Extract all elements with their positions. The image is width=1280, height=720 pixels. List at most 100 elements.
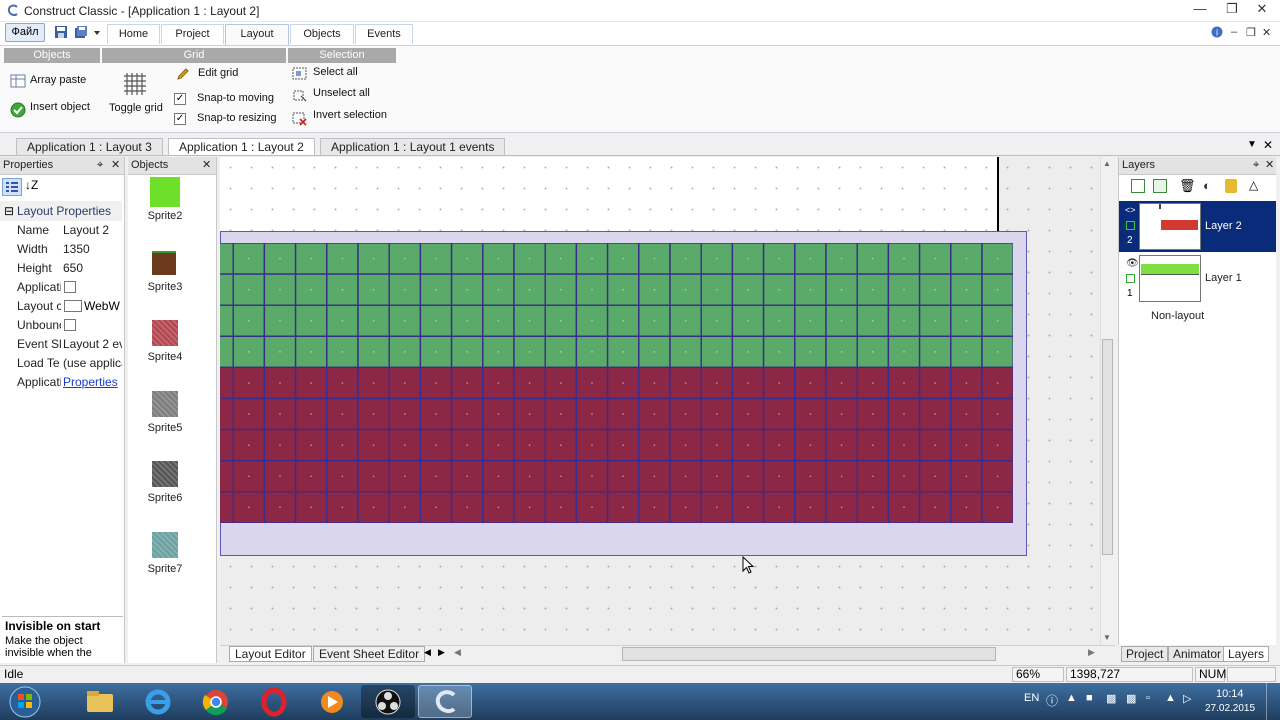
prop-row-layout-color[interactable]: Layout c WebW (0, 297, 122, 316)
layer-up-icon[interactable]: △ (1249, 178, 1258, 192)
doc-tab-layout-2[interactable]: Application 1 : Layout 2 (168, 138, 315, 155)
red-tile[interactable] (220, 491, 234, 523)
properties-link[interactable]: Properties (63, 373, 122, 391)
tray-app-icon-3[interactable]: ▩ (1126, 692, 1136, 705)
ribbon-restore-icon[interactable]: ❐ (1246, 26, 1256, 39)
invert-selection-button[interactable]: Invert selection (292, 108, 396, 126)
prop-row-unbounded[interactable]: Unbounc (0, 316, 122, 335)
object-item-sprite2[interactable]: Sprite2 (128, 177, 202, 239)
layer-row-1[interactable]: 👁 1 Layer 1 (1119, 254, 1276, 305)
tray-app-icon-2[interactable]: ▩ (1106, 692, 1116, 705)
green-tile[interactable] (220, 335, 234, 369)
tab-scroll-left-icon[interactable]: ◀ (424, 647, 431, 658)
object-item-sprite5[interactable]: Sprite5 (128, 389, 202, 451)
start-button-icon[interactable] (8, 685, 42, 719)
ribbon-minimize-icon[interactable]: – (1231, 26, 1237, 38)
taskbar-media-player[interactable] (305, 685, 359, 718)
doc-tabs-dropdown-icon[interactable]: ▼ (1247, 139, 1257, 150)
taskbar-obs[interactable] (361, 685, 415, 718)
help-icon[interactable]: i (1211, 26, 1223, 38)
taskbar-construct-classic[interactable] (418, 685, 472, 718)
tab-event-sheet-editor[interactable]: Event Sheet Editor (313, 646, 426, 662)
prop-row-application[interactable]: Applicati (0, 278, 122, 297)
array-paste-button[interactable]: Array paste (8, 73, 103, 91)
horizontal-scroll-thumb[interactable] (622, 647, 996, 661)
minimize-button[interactable]: — (1186, 0, 1214, 18)
tab-layout[interactable]: Layout (225, 24, 289, 46)
tab-objects[interactable]: Objects (290, 24, 354, 44)
toggle-grid-button[interactable]: Toggle grid (106, 68, 168, 118)
taskbar-chrome[interactable] (189, 685, 243, 718)
language-indicator[interactable]: EN (1024, 692, 1039, 704)
network-icon[interactable]: ▲ (1165, 692, 1176, 704)
prop-row-name[interactable]: Name Layout 2 (0, 221, 122, 240)
bottom-tab-animator[interactable]: Animator (1168, 646, 1227, 662)
prop-row-load-textures[interactable]: Load Te (use applica (0, 354, 122, 373)
properties-close-icon[interactable]: ✕ (111, 157, 120, 174)
bottom-tab-layers[interactable]: Layers (1223, 646, 1270, 662)
pin-icon[interactable]: ⌖ (97, 157, 103, 174)
clock-date[interactable]: 27.02.2015 (1205, 703, 1255, 714)
bottom-tab-project[interactable]: Project (1121, 646, 1169, 662)
layout-editor-canvas[interactable] (220, 157, 1100, 645)
green-tile[interactable] (220, 273, 234, 306)
save-all-icon[interactable] (74, 25, 88, 39)
insert-object-button[interactable]: Insert object (8, 101, 103, 119)
tab-layout-editor[interactable]: Layout Editor (229, 646, 312, 662)
taskbar-opera[interactable] (247, 685, 301, 718)
file-menu-button[interactable]: Файл (5, 23, 45, 42)
object-item-sprite6[interactable]: Sprite6 (128, 459, 202, 521)
green-tile[interactable] (220, 243, 234, 275)
clock-time[interactable]: 10:14 (1216, 688, 1244, 700)
close-button[interactable]: ✕ (1248, 0, 1276, 18)
objects-close-icon[interactable]: ✕ (202, 157, 211, 174)
vertical-scroll-thumb[interactable] (1102, 339, 1113, 555)
volume-icon[interactable]: ▷ (1183, 692, 1191, 705)
maximize-button[interactable]: ❐ (1218, 0, 1246, 18)
unbounded-checkbox[interactable] (64, 319, 76, 331)
hscroll-left-icon[interactable]: ◀ (454, 647, 461, 658)
tab-scroll-right-icon[interactable]: ▶ (438, 647, 445, 658)
doc-tab-layout-1-events[interactable]: Application 1 : Layout 1 events (320, 138, 506, 155)
select-all-button[interactable]: Select all (292, 65, 392, 83)
object-item-sprite4[interactable]: Sprite4 (128, 318, 202, 380)
object-item-sprite3[interactable]: Sprite3 (128, 248, 202, 310)
edit-grid-button[interactable]: Edit grid (176, 66, 276, 84)
red-tile[interactable] (220, 428, 234, 462)
green-tile[interactable] (220, 304, 234, 338)
snap-to-resizing-checkbox[interactable]: ✓ Snap-to resizing (174, 111, 282, 129)
layer-lock-icon[interactable] (1126, 274, 1135, 283)
object-item-sprite7[interactable]: Sprite7 (128, 530, 202, 592)
lock-icon[interactable] (1225, 179, 1237, 193)
show-desktop-button[interactable] (1266, 683, 1280, 720)
layout-properties-section[interactable]: ⊟ Layout Properties (0, 201, 122, 221)
vertical-scrollbar[interactable]: ▲ ▼ (1100, 157, 1115, 645)
layer-lock-icon[interactable] (1126, 221, 1135, 230)
red-tile[interactable] (220, 397, 234, 431)
tray-up-arrow-icon[interactable]: ▲ (1066, 692, 1077, 704)
layers-close-icon[interactable]: ✕ (1265, 157, 1274, 174)
prop-row-application-properties[interactable]: Applicati Properties (0, 373, 122, 392)
doc-tabs-close-icon[interactable]: ✕ (1263, 138, 1273, 152)
non-layout-item[interactable]: Non-layout (1151, 310, 1204, 322)
scroll-down-icon[interactable]: ▼ (1103, 633, 1111, 642)
tab-home[interactable]: Home (107, 24, 160, 44)
scroll-up-icon[interactable]: ▲ (1103, 159, 1111, 168)
red-tile[interactable] (220, 459, 234, 493)
doc-tab-layout-3[interactable]: Application 1 : Layout 3 (16, 138, 163, 155)
ribbon-close-icon[interactable]: ✕ (1262, 26, 1271, 39)
layer-row-2[interactable]: <> 2 Layer 2 (1119, 201, 1276, 252)
categorized-view-icon[interactable] (2, 178, 22, 196)
snap-to-moving-checkbox[interactable]: ✓ Snap-to moving (174, 91, 282, 109)
prop-row-width[interactable]: Width 1350 (0, 240, 122, 259)
layer-eye-icon[interactable]: 👁 (1126, 258, 1139, 269)
color-swatch[interactable] (64, 300, 82, 312)
hscroll-right-icon[interactable]: ▶ (1088, 647, 1095, 658)
prop-row-event-sheet[interactable]: Event Sl Layout 2 ev (0, 335, 122, 354)
unselect-all-button[interactable]: Unselect all (292, 86, 392, 104)
save-icon[interactable] (54, 25, 68, 39)
insert-layer-icon[interactable] (1153, 179, 1167, 193)
alphabetical-sort-icon[interactable]: ↓Z (25, 178, 38, 192)
quick-access-dropdown-icon[interactable] (92, 25, 102, 39)
tab-events[interactable]: Events (355, 24, 413, 44)
